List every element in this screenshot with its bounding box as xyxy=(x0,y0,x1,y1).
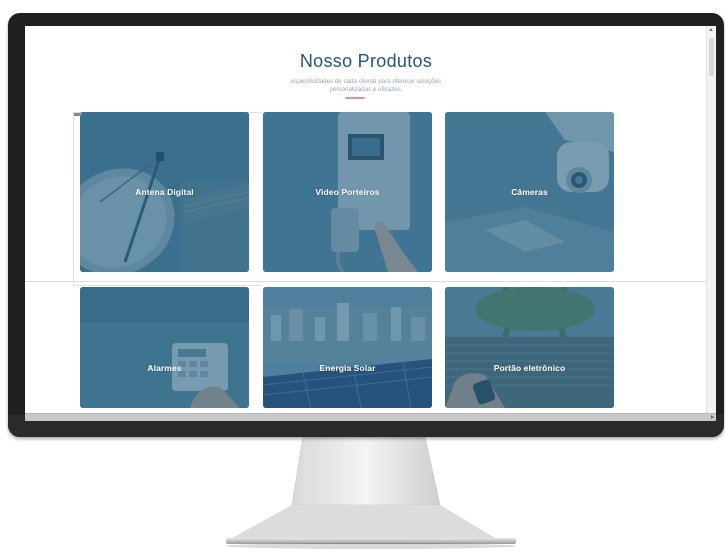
product-label: Energia Solar xyxy=(319,363,376,373)
subtitle-line-2: personalizadas e eficazes. xyxy=(329,85,403,93)
vertical-scrollbar[interactable] xyxy=(706,26,716,414)
page-subtitle: especificidades de cada cliente para ofe… xyxy=(235,78,497,93)
scroll-up-arrow-icon[interactable] xyxy=(709,28,713,31)
product-card-video-porteiros[interactable]: Video Porteiros xyxy=(263,112,432,272)
product-label: Portão eletrônico xyxy=(493,363,566,373)
product-card-alarmes[interactable]: Alarmes xyxy=(80,287,249,408)
product-label: Câmeras xyxy=(511,187,548,197)
scrollbar-thumb[interactable] xyxy=(709,38,714,76)
card-overlay xyxy=(80,287,249,408)
card-overlay xyxy=(263,287,432,408)
browser-viewport: Nosso Produtos especificidades de cada c… xyxy=(25,26,716,421)
product-label: Alarmes xyxy=(147,363,182,373)
product-card-antena-digital[interactable]: Antena Digital xyxy=(80,112,249,272)
resize-handle[interactable] xyxy=(74,113,82,116)
title-underline xyxy=(345,97,365,99)
page-title: Nosso Produtos xyxy=(299,51,433,71)
monitor: Nosso Produtos especificidades de cada c… xyxy=(8,13,724,437)
product-card-energia-solar[interactable]: Energia Solar xyxy=(263,287,432,408)
product-label: Video Porteiros xyxy=(315,187,380,197)
subtitle-line-1: especificidades de cada cliente para ofe… xyxy=(290,78,442,85)
product-label: Antena Digital xyxy=(135,187,194,197)
card-overlay xyxy=(445,287,614,408)
row-divider xyxy=(25,281,706,282)
product-card-cameras[interactable]: Câmeras xyxy=(445,112,614,272)
scroll-right-arrow-icon[interactable] xyxy=(711,415,714,419)
product-card-portao-eletronico[interactable]: Portão eletrônico xyxy=(445,287,614,408)
horizontal-scrollbar[interactable] xyxy=(25,413,716,421)
